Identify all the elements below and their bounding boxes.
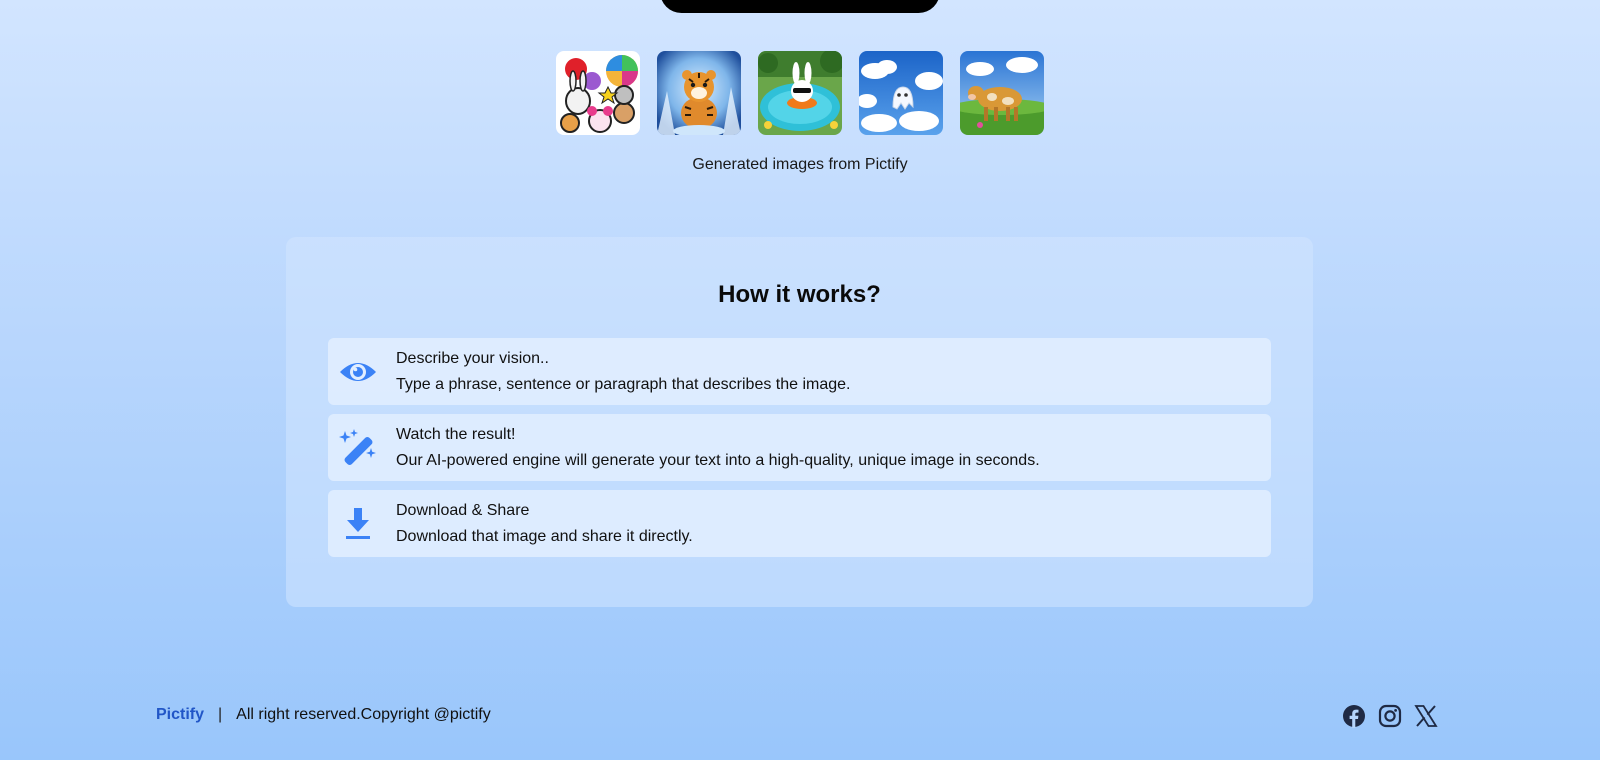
gallery-image-cow-field[interactable]	[960, 51, 1044, 135]
gallery-image-tiger-cub[interactable]	[657, 51, 741, 135]
x-twitter-icon[interactable]	[1414, 704, 1438, 728]
footer-copyright: All right reserved.Copyright @pictify	[236, 706, 491, 723]
gallery-image-cartoon-animals[interactable]	[556, 51, 640, 135]
generated-images-gallery	[556, 51, 1044, 135]
how-it-works-card: How it works? Describe your vision.. Typ…	[286, 237, 1313, 607]
top-action-button[interactable]	[660, 0, 940, 13]
footer-separator: |	[218, 706, 223, 723]
social-links	[1342, 704, 1438, 728]
gallery-caption: Generated images from Pictify	[692, 156, 908, 173]
step-description: Type a phrase, sentence or paragraph tha…	[396, 376, 851, 393]
footer-brand-link[interactable]: Pictify	[156, 706, 204, 724]
step-title: Watch the result!	[396, 426, 516, 443]
how-it-works-title: How it works?	[718, 281, 881, 308]
step-describe: Describe your vision.. Type a phrase, se…	[328, 338, 1271, 405]
step-description: Our AI-powered engine will generate your…	[396, 452, 1040, 469]
step-title: Describe your vision..	[396, 350, 549, 367]
magic-wand-icon	[338, 428, 378, 468]
footer: Pictify | All right reserved.Copyright @…	[156, 706, 491, 724]
eye-icon	[338, 352, 378, 392]
instagram-icon[interactable]	[1378, 704, 1402, 728]
step-download: Download & Share Download that image and…	[328, 490, 1271, 557]
download-icon	[338, 504, 378, 544]
gallery-image-bunny-pool[interactable]	[758, 51, 842, 135]
gallery-image-ghost-clouds[interactable]	[859, 51, 943, 135]
steps-list: Describe your vision.. Type a phrase, se…	[328, 338, 1271, 566]
step-watch: Watch the result! Our AI-powered engine …	[328, 414, 1271, 481]
facebook-icon[interactable]	[1342, 704, 1366, 728]
step-title: Download & Share	[396, 502, 530, 519]
step-description: Download that image and share it directl…	[396, 528, 693, 545]
